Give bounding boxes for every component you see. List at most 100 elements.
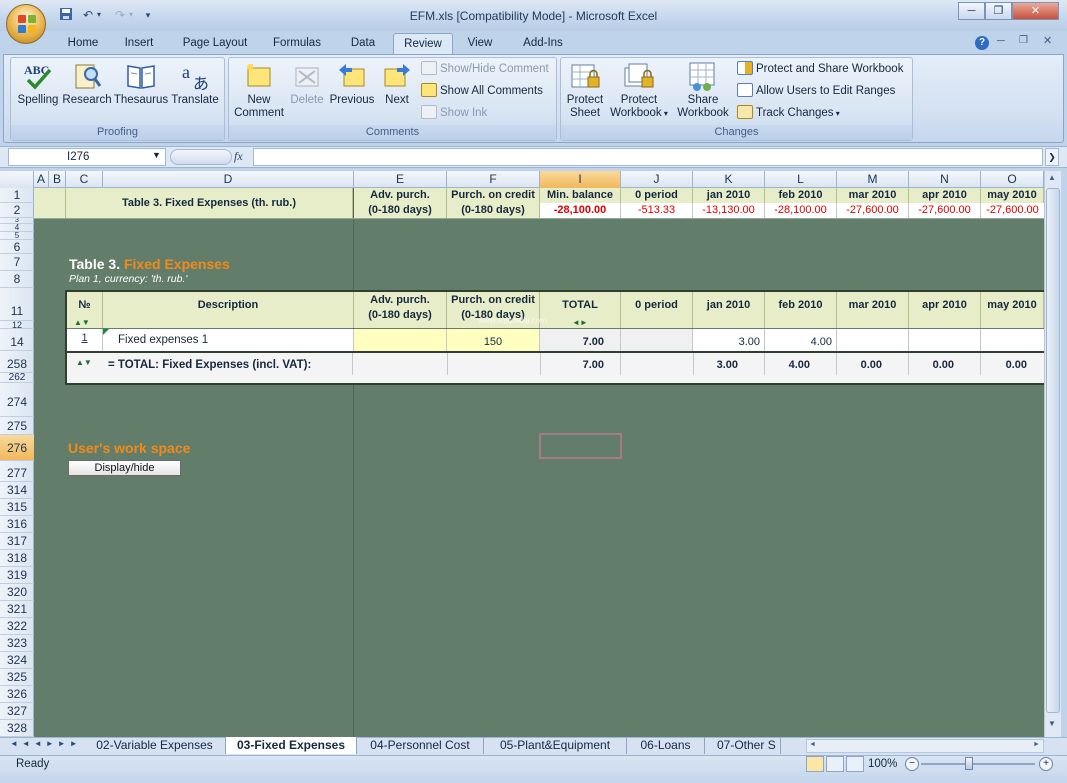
research-button[interactable]: Research [62, 60, 112, 107]
scroll-left-icon[interactable]: ◄ [809, 741, 816, 748]
column-header-f[interactable]: F [447, 171, 540, 188]
frozen-may-2010-value[interactable]: -27,600.00 [981, 203, 1044, 218]
protect-share-workbook-button[interactable]: Protect and Share Workbook [737, 60, 903, 78]
insert-function-icon[interactable]: fx [234, 149, 243, 164]
protect-sheet-button[interactable]: Protect Sheet [562, 60, 608, 120]
row-header-5[interactable]: 5 [0, 232, 34, 240]
total-row-apr[interactable]: 0.00 [909, 353, 981, 375]
tab-page-layout[interactable]: Page Layout [175, 33, 255, 55]
name-box[interactable]: I276 [8, 148, 166, 166]
share-workbook-button[interactable]: Share Workbook [674, 60, 732, 120]
sheet-tab-07-other[interactable]: 07-Other S [705, 737, 780, 754]
column-header-m[interactable]: M [837, 171, 909, 188]
tab-view[interactable]: View [458, 33, 502, 55]
row-header-325[interactable]: 325 [0, 669, 34, 686]
column-header-b[interactable]: B [49, 171, 66, 188]
total-row-may[interactable]: 0.00 [981, 353, 1044, 375]
new-comment-button[interactable]: New Comment [232, 60, 286, 120]
scroll-down-icon[interactable]: ▼ [1048, 719, 1056, 728]
minimize-button[interactable]: ─ [958, 2, 985, 20]
column-header-l[interactable]: L [765, 171, 837, 188]
zoom-slider-thumb[interactable] [965, 757, 973, 770]
row-header-276[interactable]: 276 [0, 435, 34, 461]
column-header-k[interactable]: K [693, 171, 765, 188]
scroll-up-icon[interactable]: ▲ [1048, 173, 1056, 182]
tab-insert[interactable]: Insert [115, 33, 163, 55]
row-header-4[interactable]: 4 [0, 224, 34, 232]
name-box-dropdown-icon[interactable]: ▼ [152, 150, 161, 160]
row-header-258[interactable]: 258 [0, 351, 34, 373]
tab-formulas[interactable]: Formulas [266, 33, 328, 55]
zoom-level[interactable]: 100% [868, 758, 897, 770]
row-credit-cell[interactable]: 150 [447, 329, 540, 351]
row-header-327[interactable]: 327 [0, 703, 34, 720]
page-break-view-icon[interactable] [846, 756, 864, 772]
total-row-total[interactable]: 7.00 [540, 353, 621, 375]
row-header-314[interactable]: 314 [0, 482, 34, 499]
column-header-d[interactable]: D [103, 171, 354, 188]
total-row-mar[interactable]: 0.00 [837, 353, 909, 375]
help-icon[interactable]: ? [975, 36, 989, 50]
total-row-jan[interactable]: 3.00 [693, 353, 765, 375]
frozen-jan-2010-value[interactable]: -13,130.00 [693, 203, 765, 218]
row-header-319[interactable]: 319 [0, 567, 34, 584]
frozen-apr-2010-value[interactable]: -27,600.00 [909, 203, 981, 218]
row-header-274[interactable]: 274 [0, 383, 34, 417]
track-changes-button[interactable]: Track Changes ▾ [737, 104, 840, 122]
row-header-12[interactable]: 12 [0, 321, 34, 329]
row-header-317[interactable]: 317 [0, 533, 34, 550]
row-header-324[interactable]: 324 [0, 652, 34, 669]
display-hide-button[interactable]: Display/hide [68, 460, 181, 476]
row-header-328[interactable]: 328 [0, 720, 34, 737]
sheet-tab-03-fixed-expenses[interactable]: 03-Fixed Expenses [226, 737, 357, 754]
row-header-316[interactable]: 316 [0, 516, 34, 533]
row-0-period-cell[interactable] [621, 329, 693, 351]
protect-workbook-button[interactable]: Protect Workbook ▾ [606, 60, 672, 120]
office-button[interactable] [6, 4, 46, 44]
formula-resize-handle[interactable] [170, 149, 232, 165]
row-total-cell[interactable]: 7.00 [540, 329, 621, 351]
horizontal-scrollbar[interactable]: ◄ ► [806, 739, 1044, 753]
column-header-j[interactable]: J [621, 171, 693, 188]
row-header-321[interactable]: 321 [0, 601, 34, 618]
show-all-comments-button[interactable]: Show All Comments [421, 82, 543, 100]
delete-comment-button[interactable]: Delete [288, 60, 326, 107]
row-header-262[interactable]: 262 [0, 373, 34, 383]
expand-formula-bar-icon[interactable]: ❯ [1045, 148, 1059, 166]
spelling-button[interactable]: ABC Spelling [14, 60, 62, 107]
column-header-o[interactable]: O [981, 171, 1044, 188]
sort-arrows-icon[interactable]: ▲▼ [74, 318, 90, 327]
row-header-315[interactable]: 315 [0, 499, 34, 516]
frozen-0-period-value[interactable]: -513.33 [621, 203, 693, 218]
translate-button[interactable]: aあ Translate [170, 60, 220, 107]
column-header-i[interactable]: I [540, 171, 621, 188]
row-header-277[interactable]: 277 [0, 461, 34, 482]
column-header-a[interactable]: A [34, 171, 49, 188]
tab-add-ins[interactable]: Add-Ins [513, 33, 573, 55]
scroll-right-icon[interactable]: ► [1033, 741, 1040, 748]
maximize-button[interactable]: ❐ [985, 2, 1012, 20]
page-layout-view-icon[interactable] [826, 756, 844, 772]
vertical-scroll-thumb[interactable] [1046, 188, 1060, 713]
zoom-in-icon[interactable]: + [1039, 757, 1053, 771]
row-header-8[interactable]: 8 [0, 271, 34, 288]
row-header-326[interactable]: 326 [0, 686, 34, 703]
row-may-cell[interactable] [981, 329, 1044, 351]
tab-data[interactable]: Data [340, 33, 386, 55]
row-header-322[interactable]: 322 [0, 618, 34, 635]
total-expand-arrows-icon[interactable]: ◄► [572, 318, 588, 327]
row-mar-cell[interactable] [837, 329, 909, 351]
row-header-11[interactable]: 11 [0, 288, 34, 321]
show-ink-button[interactable]: Show Ink [421, 104, 487, 122]
tab-review[interactable]: Review [393, 33, 453, 55]
row-header-6[interactable]: 6 [0, 240, 34, 254]
tab-split-handle[interactable] [780, 738, 804, 754]
column-header-c[interactable]: C [66, 171, 103, 188]
row-header-275[interactable]: 275 [0, 417, 34, 435]
vertical-scrollbar[interactable]: ▲ ▼ [1044, 171, 1061, 737]
thesaurus-button[interactable]: Thesaurus [113, 60, 169, 107]
column-header-e[interactable]: E [354, 171, 447, 188]
allow-users-edit-ranges-button[interactable]: Allow Users to Edit Ranges [737, 82, 895, 100]
row-header-2[interactable]: 2 [0, 203, 34, 218]
row-header-14[interactable]: 14 [0, 329, 34, 351]
